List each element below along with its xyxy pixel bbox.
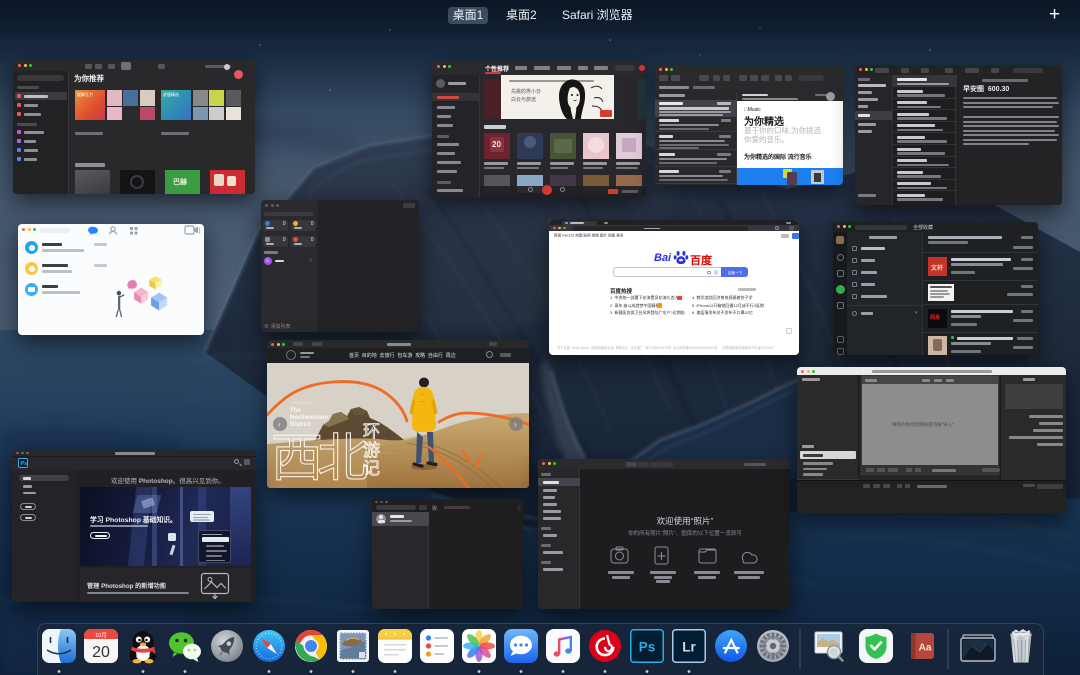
svg-text:Ps: Ps	[639, 640, 656, 655]
svg-text:10月: 10月	[95, 632, 107, 639]
svg-text:20: 20	[92, 644, 110, 661]
svg-text:Lr: Lr	[682, 640, 696, 655]
svg-text:Aa: Aa	[919, 643, 932, 654]
